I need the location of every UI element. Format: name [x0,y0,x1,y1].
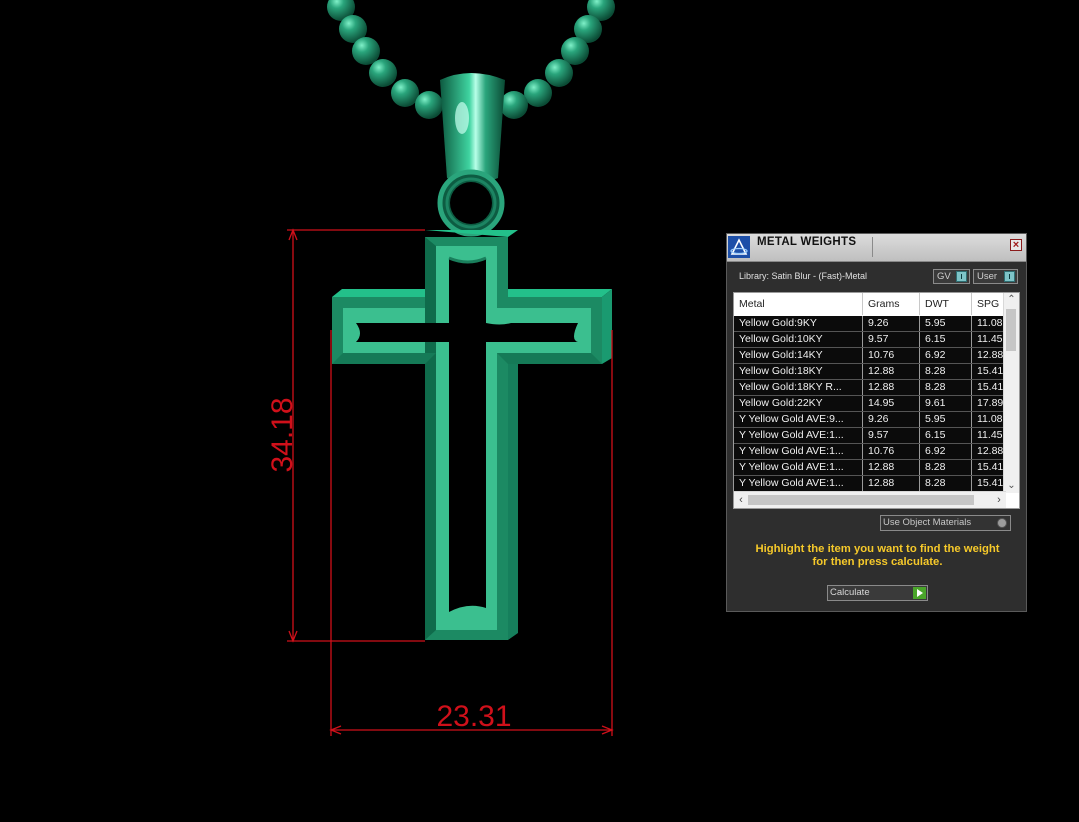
table-header: Metal Grams DWT SPG [734,293,1004,315]
scroll-down-icon[interactable]: ⌄ [1004,479,1019,493]
grams-cell: 12.88 [863,476,920,491]
grams-cell: 9.26 [863,412,920,427]
metal-cell: Yellow Gold:10KY [734,332,863,347]
scroll-left-icon[interactable]: ‹ [734,492,748,508]
metal-cell: Yellow Gold:14KY [734,348,863,363]
dwt-cell: 6.92 [920,444,972,459]
metal-cell: Y Yellow Gold AVE:1... [734,428,863,443]
metal-cell: Yellow Gold:22KY [734,396,863,411]
table-row[interactable]: Yellow Gold:9KY 9.26 5.95 11.08 [734,316,1004,332]
table-row[interactable]: Yellow Gold:18KY 12.88 8.28 15.41 [734,364,1004,380]
table-row[interactable]: Yellow Gold:10KY 9.57 6.15 11.45 [734,332,1004,348]
grams-cell: 12.88 [863,460,920,475]
title-divider [872,237,873,257]
column-header-dwt[interactable]: DWT [920,293,972,315]
table-row[interactable]: Y Yellow Gold AVE:1... 12.88 8.28 15.41 [734,460,1004,476]
height-dimension-label: 34.18 [266,397,299,472]
table-row[interactable]: Yellow Gold:22KY 14.95 9.61 17.89 [734,396,1004,412]
dwt-cell: 6.15 [920,332,972,347]
column-header-metal[interactable]: Metal [734,293,863,315]
table-row[interactable]: Y Yellow Gold AVE:1... 9.57 6.15 11.45 [734,428,1004,444]
calculate-button[interactable]: Calculate [827,585,928,601]
cross-pendant [332,230,612,640]
instruction-line-2: for then press calculate. [812,556,943,568]
metal-cell: Yellow Gold:18KY [734,364,863,379]
dwt-cell: 6.92 [920,348,972,363]
table-rows: Yellow Gold:9KY 9.26 5.95 11.08 Yellow Gold… [734,316,1004,492]
dwt-cell: 6.15 [920,428,972,443]
app-logo-icon [728,236,750,258]
table-row[interactable]: Y Yellow Gold AVE:1... 12.88 8.28 15.41 [734,476,1004,492]
dwt-cell: 8.28 [920,380,972,395]
scroll-up-icon[interactable]: ⌃ [1004,293,1019,307]
width-dimension-label: 23.31 [436,700,511,733]
grams-cell: 12.88 [863,380,920,395]
grams-cell: 9.26 [863,316,920,331]
instruction-line-1: Highlight the item you want to find the … [755,543,1000,555]
column-header-grams[interactable]: Grams [863,293,920,315]
metal-table[interactable]: Metal Grams DWT SPG Yellow Gold:9KY 9.26 5… [733,292,1020,509]
bail [440,73,505,184]
user-knob-icon [1004,271,1015,282]
metal-cell: Yellow Gold:9KY [734,316,863,331]
user-toggle[interactable]: User [973,269,1018,284]
table-row[interactable]: Y Yellow Gold AVE:1... 10.76 6.92 12.88 [734,444,1004,460]
dwt-cell: 8.28 [920,364,972,379]
table-row[interactable]: Yellow Gold:14KY 10.76 6.92 12.88 [734,348,1004,364]
vertical-scroll-thumb[interactable] [1006,309,1016,351]
metal-weights-panel: METAL WEIGHTS × Library: Satin Blur - (F… [726,233,1027,612]
table-row[interactable]: Yellow Gold:18KY R... 12.88 8.28 15.41 [734,380,1004,396]
grams-cell: 9.57 [863,428,920,443]
grams-cell: 12.88 [863,364,920,379]
dwt-cell: 5.95 [920,412,972,427]
scroll-right-icon[interactable]: › [992,492,1006,508]
jump-ring [437,169,505,237]
library-label: Library: Satin Blur - (Fast)-Metal [739,271,868,281]
gv-knob-icon [956,271,967,282]
dwt-cell: 9.61 [920,396,972,411]
panel-title: METAL WEIGHTS [757,236,857,248]
metal-cell: Yellow Gold:18KY R... [734,380,863,395]
panel-titlebar[interactable]: METAL WEIGHTS × [727,234,1026,262]
play-arrow-icon [913,587,926,599]
table-row[interactable]: Y Yellow Gold AVE:9... 9.26 5.95 11.08 [734,412,1004,428]
user-label: User [977,271,998,282]
metal-cell: Y Yellow Gold AVE:9... [734,412,863,427]
metal-cell: Y Yellow Gold AVE:1... [734,460,863,475]
gv-label: GV [937,271,951,282]
metal-cell: Y Yellow Gold AVE:1... [734,444,863,459]
horizontal-scrollbar[interactable]: ‹ › [734,491,1006,508]
use-object-materials-toggle[interactable]: Use Object Materials [880,515,1011,531]
use-object-materials-label: Use Object Materials [883,517,972,528]
calculate-label: Calculate [830,587,870,598]
dwt-cell: 8.28 [920,476,972,491]
dwt-cell: 8.28 [920,460,972,475]
vertical-scrollbar[interactable]: ⌃ ⌄ [1003,293,1019,493]
radio-icon [997,518,1007,528]
horizontal-scroll-thumb[interactable] [748,495,974,505]
grams-cell: 10.76 [863,444,920,459]
instruction-text: Highlight the item you want to find the … [735,543,1020,569]
close-button[interactable]: × [1010,239,1022,251]
gv-toggle[interactable]: GV [933,269,970,284]
metal-cell: Y Yellow Gold AVE:1... [734,476,863,491]
grams-cell: 14.95 [863,396,920,411]
dwt-cell: 5.95 [920,316,972,331]
grams-cell: 10.76 [863,348,920,363]
grams-cell: 9.57 [863,332,920,347]
